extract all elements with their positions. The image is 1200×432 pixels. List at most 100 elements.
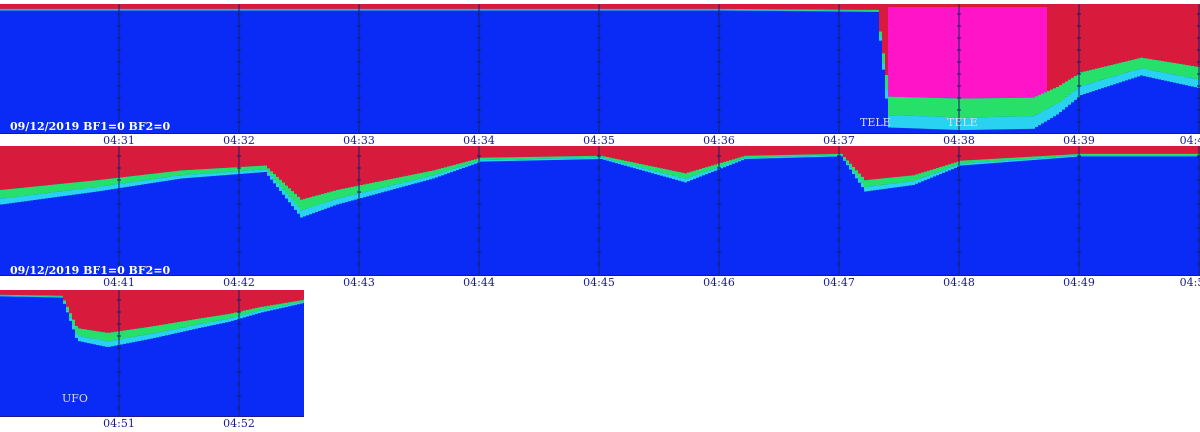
intensity-band <box>474 8 477 10</box>
intensity-band <box>402 176 405 183</box>
intensity-band <box>666 174 669 178</box>
intensity-band <box>879 178 882 186</box>
intensity-band <box>870 9 873 11</box>
intensity-band <box>96 8 99 10</box>
intensity-band <box>1068 4 1071 80</box>
intensity-band <box>492 9 495 11</box>
intensity-band <box>408 175 411 182</box>
intensity-band <box>702 9 705 11</box>
intensity-band <box>354 186 357 195</box>
intensity-band <box>876 146 879 179</box>
intensity-band <box>480 8 483 10</box>
intensity-band <box>78 290 81 329</box>
intensity-band <box>1053 155 1056 158</box>
intensity-band <box>447 8 450 10</box>
intensity-band <box>744 157 747 159</box>
intensity-band <box>225 172 228 176</box>
intensity-band <box>948 4 951 99</box>
intensity-band <box>300 302 303 304</box>
intensity-band <box>213 146 216 169</box>
intensity-band <box>339 8 342 10</box>
intensity-band <box>579 9 582 11</box>
intensity-band <box>207 290 210 318</box>
intensity-band <box>180 327 183 333</box>
intensity-band <box>1086 4 1089 71</box>
intensity-band <box>561 158 564 160</box>
spectrogram-row-1: 09/12/2019 BF1=0 BF2=0 TELE TELE 04:31 04… <box>0 4 1200 149</box>
intensity-band <box>168 176 171 181</box>
intensity-band <box>954 165 957 168</box>
intensity-band <box>225 146 228 168</box>
intensity-band <box>219 8 222 10</box>
intensity-band <box>711 169 714 172</box>
intensity-band <box>330 8 333 10</box>
intensity-band <box>75 189 78 195</box>
intensity-band <box>1188 4 1191 66</box>
intensity-band <box>108 185 111 190</box>
intensity-band <box>288 304 291 307</box>
intensity-band <box>783 154 786 157</box>
intensity-band <box>327 201 330 208</box>
intensity-band <box>450 169 453 173</box>
intensity-band <box>666 9 669 11</box>
intensity-band <box>993 158 996 162</box>
intensity-band <box>756 10 759 11</box>
intensity-band <box>882 63 885 70</box>
intensity-band <box>135 146 138 176</box>
intensity-band <box>189 290 192 321</box>
intensity-band <box>600 8 603 10</box>
intensity-band <box>420 178 423 182</box>
intensity-band <box>201 146 204 170</box>
intensity-band <box>390 9 393 11</box>
intensity-band <box>174 171 177 177</box>
intensity-band <box>51 192 54 198</box>
intensity-band <box>1035 114 1038 128</box>
intensity-band <box>162 324 165 332</box>
intensity-band <box>300 210 303 218</box>
intensity-band <box>405 9 408 11</box>
intensity-band <box>858 146 861 174</box>
intensity-band <box>1083 85 1086 95</box>
intensity-band <box>144 9 147 11</box>
intensity-band <box>291 301 294 305</box>
intensity-band <box>441 167 444 173</box>
intensity-band <box>390 185 393 190</box>
intensity-band <box>114 290 117 332</box>
intensity-band <box>969 98 972 118</box>
intensity-band <box>765 10 768 11</box>
intensity-band <box>93 146 96 181</box>
intensity-band <box>360 146 363 185</box>
intensity-band <box>1002 4 1005 99</box>
intensity-band <box>666 146 669 170</box>
intensity-band <box>90 187 93 193</box>
intensity-band <box>345 196 348 203</box>
intensity-band <box>177 290 180 323</box>
intensity-band <box>789 154 792 157</box>
intensity-band <box>1023 4 1026 98</box>
intensity-band <box>1050 157 1053 159</box>
intensity-band <box>1089 4 1092 71</box>
intensity-band <box>156 332 159 338</box>
intensity-band <box>510 159 513 161</box>
intensity-band <box>873 179 876 186</box>
intensity-band <box>147 8 150 10</box>
intensity-band <box>1083 71 1086 86</box>
intensity-band <box>525 9 528 11</box>
intensity-band <box>762 157 765 159</box>
intensity-band <box>552 156 555 159</box>
intensity-band <box>1017 159 1020 162</box>
intensity-band <box>897 182 900 188</box>
intensity-band <box>393 146 396 179</box>
intensity-band <box>927 97 930 117</box>
intensity-band <box>909 115 912 129</box>
intensity-band <box>315 205 318 213</box>
intensity-band <box>1008 4 1011 98</box>
intensity-band <box>78 328 81 337</box>
intensity-band <box>507 157 510 160</box>
intensity-band <box>387 179 390 187</box>
intensity-band <box>579 8 582 10</box>
intensity-band <box>327 146 330 193</box>
intensity-band <box>396 184 399 189</box>
intensity-band <box>222 146 225 168</box>
intensity-band <box>672 8 675 10</box>
